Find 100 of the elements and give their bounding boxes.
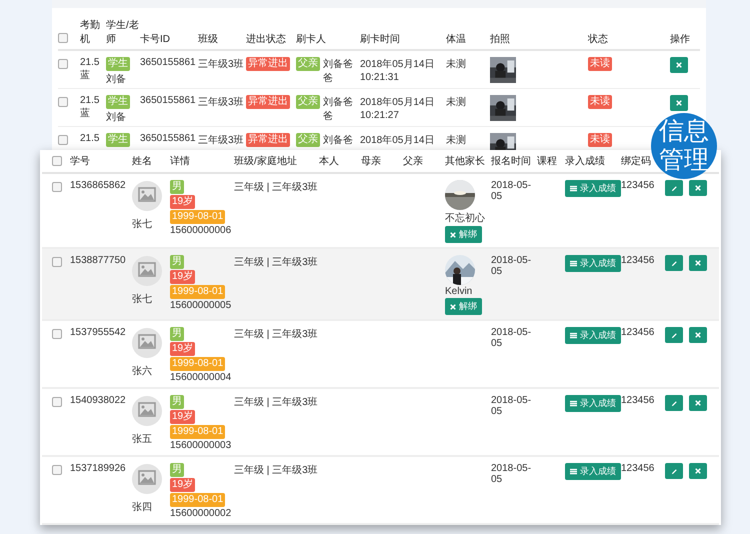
table-cell-text: 三年级 | 三年级3班: [234, 328, 319, 341]
table-cell-text: 123456: [621, 180, 656, 191]
checkbox[interactable]: [58, 59, 68, 69]
table-cell: 10:21:27: [360, 110, 399, 121]
column-header: 学号: [70, 155, 91, 168]
table-cell-text: 三年级 | 三年级3班: [234, 180, 319, 194]
edit-button[interactable]: [665, 255, 683, 271]
table-row[interactable]: 1540938022 张五 男 19岁 1999-08-01 15600000003 三年级 | 三年级3班 2018-05-05 录入成绩 123456: [42, 389, 719, 457]
table-cell-text: 张五: [132, 432, 152, 446]
column-header: 考勤机: [80, 18, 101, 46]
close-icon: [676, 62, 682, 68]
image-placeholder-icon: [132, 464, 162, 494]
table-row[interactable]: 1538877750 张七 男 19岁 1999-08-01 15600000005 三年级 | 三年级3班 Kelvin 解绑 2018-05-05 录入成绩 123456: [42, 249, 719, 321]
table-cell-text: 未测: [446, 134, 467, 147]
gender-tag: 男: [170, 327, 184, 341]
table-cell-text: 未测: [446, 58, 467, 71]
column-header: 操作: [670, 33, 691, 46]
unbind-button[interactable]: 解绑: [445, 298, 482, 315]
edit-button[interactable]: [665, 463, 683, 479]
column-header: 绑定码: [621, 154, 652, 168]
table-cell-text: 2018-05-05: [491, 463, 532, 485]
table-cell-text: 21.5 蓝: [80, 95, 100, 120]
column-header: 体温: [446, 33, 467, 46]
table-cell-text: 1540938022: [70, 395, 127, 406]
column-header: 班级: [198, 32, 219, 46]
status-tag: 异常进出: [246, 95, 290, 109]
close-icon: [695, 332, 701, 338]
column-header: 母亲: [361, 154, 382, 168]
delete-button[interactable]: [670, 57, 688, 73]
enter-grades-button[interactable]: 录入成绩: [565, 255, 621, 272]
role-tag: 父亲: [296, 57, 320, 71]
column-header: 报名时间: [491, 154, 532, 168]
table-cell-text: 三年级 | 三年级3班: [234, 256, 319, 269]
delete-button[interactable]: [689, 463, 707, 479]
age-tag: 19岁: [170, 270, 196, 284]
table-row[interactable]: 1537189926 张四 男 19岁 1999-08-01 15600000002 三年级 | 三年级3班 2018-05-05 录入成绩 123456: [42, 457, 719, 525]
unbind-button[interactable]: 解绑: [445, 226, 482, 243]
table-cell-text: 刘备爸爸: [323, 96, 354, 123]
enter-grades-button[interactable]: 录入成绩: [565, 327, 621, 344]
list-icon: [570, 400, 577, 407]
checkbox[interactable]: [58, 135, 68, 145]
checkbox[interactable]: [52, 397, 62, 407]
table-cell-text: 1537189926: [70, 463, 127, 474]
table-cell-text: 21.5 蓝: [80, 57, 100, 82]
table-cell-text: 三年级 | 三年级3班: [234, 396, 319, 409]
checkbox[interactable]: [52, 329, 62, 339]
table-cell-text: 2018-05-05: [491, 180, 532, 202]
pencil-icon: [670, 332, 678, 338]
status-tag: 异常进出: [246, 133, 290, 147]
checkbox[interactable]: [52, 156, 62, 166]
status-tag: 异常进出: [246, 57, 290, 71]
edit-button[interactable]: [665, 180, 683, 196]
table-cell-text: 1537955542: [70, 327, 127, 338]
table-cell-text: 2018-05-05: [491, 327, 532, 349]
table-cell-text: 三年级3班: [198, 134, 245, 147]
checkbox[interactable]: [58, 33, 68, 43]
table-cell-text: 2018年05月14日: [360, 96, 434, 109]
table-cell-text: 未测: [446, 96, 467, 109]
image-placeholder-icon: [132, 256, 162, 286]
role-tag: 学生: [106, 57, 130, 71]
age-tag: 19岁: [170, 410, 196, 424]
pencil-icon: [670, 260, 678, 266]
table-cell-text: 2018-05-05: [491, 255, 532, 277]
list-icon: [570, 332, 577, 339]
column-header: 姓名: [132, 155, 153, 168]
delete-button[interactable]: [689, 255, 707, 271]
table-cell: 10:21:31: [360, 72, 399, 83]
column-header: 刷卡时间: [360, 32, 401, 46]
close-icon: [676, 100, 682, 106]
enter-grades-button[interactable]: 录入成绩: [565, 395, 621, 412]
table-cell: 15600000002: [170, 508, 232, 519]
edit-button[interactable]: [665, 327, 683, 343]
table-cell-text: 123456: [621, 395, 656, 406]
column-header: 进出状态: [246, 32, 287, 46]
enter-grades-button[interactable]: 录入成绩: [565, 180, 621, 197]
role-tag: 父亲: [296, 133, 320, 147]
enter-grades-button[interactable]: 录入成绩: [565, 463, 621, 480]
checkbox[interactable]: [52, 182, 62, 192]
table-cell-text: 张七: [132, 292, 152, 306]
delete-button[interactable]: [689, 327, 707, 343]
gender-tag: 男: [170, 180, 184, 194]
close-icon: [695, 400, 701, 406]
delete-button[interactable]: [689, 180, 707, 196]
table-cell-text: 刘备: [106, 110, 126, 124]
table-row[interactable]: 1537955542 张六 男 19岁 1999-08-01 15600000004 三年级 | 三年级3班 2018-05-05 录入成绩 123456: [42, 321, 719, 389]
birthday-tag: 1999-08-01: [170, 357, 226, 371]
table-cell-text: 2018-05-05: [491, 395, 532, 417]
checkbox[interactable]: [58, 97, 68, 107]
table-cell-text: 123456: [621, 255, 656, 266]
checkbox[interactable]: [52, 465, 62, 475]
table-cell-text: 不忘初心: [445, 212, 485, 225]
image-placeholder-icon: [132, 181, 162, 211]
checkbox[interactable]: [52, 257, 62, 267]
delete-button[interactable]: [689, 395, 707, 411]
table-cell: 15600000004: [170, 372, 232, 383]
gender-tag: 男: [170, 395, 184, 409]
table-cell-text: 3650155861: [140, 57, 197, 68]
list-icon: [570, 260, 577, 267]
edit-button[interactable]: [665, 395, 683, 411]
delete-button[interactable]: [670, 95, 688, 111]
